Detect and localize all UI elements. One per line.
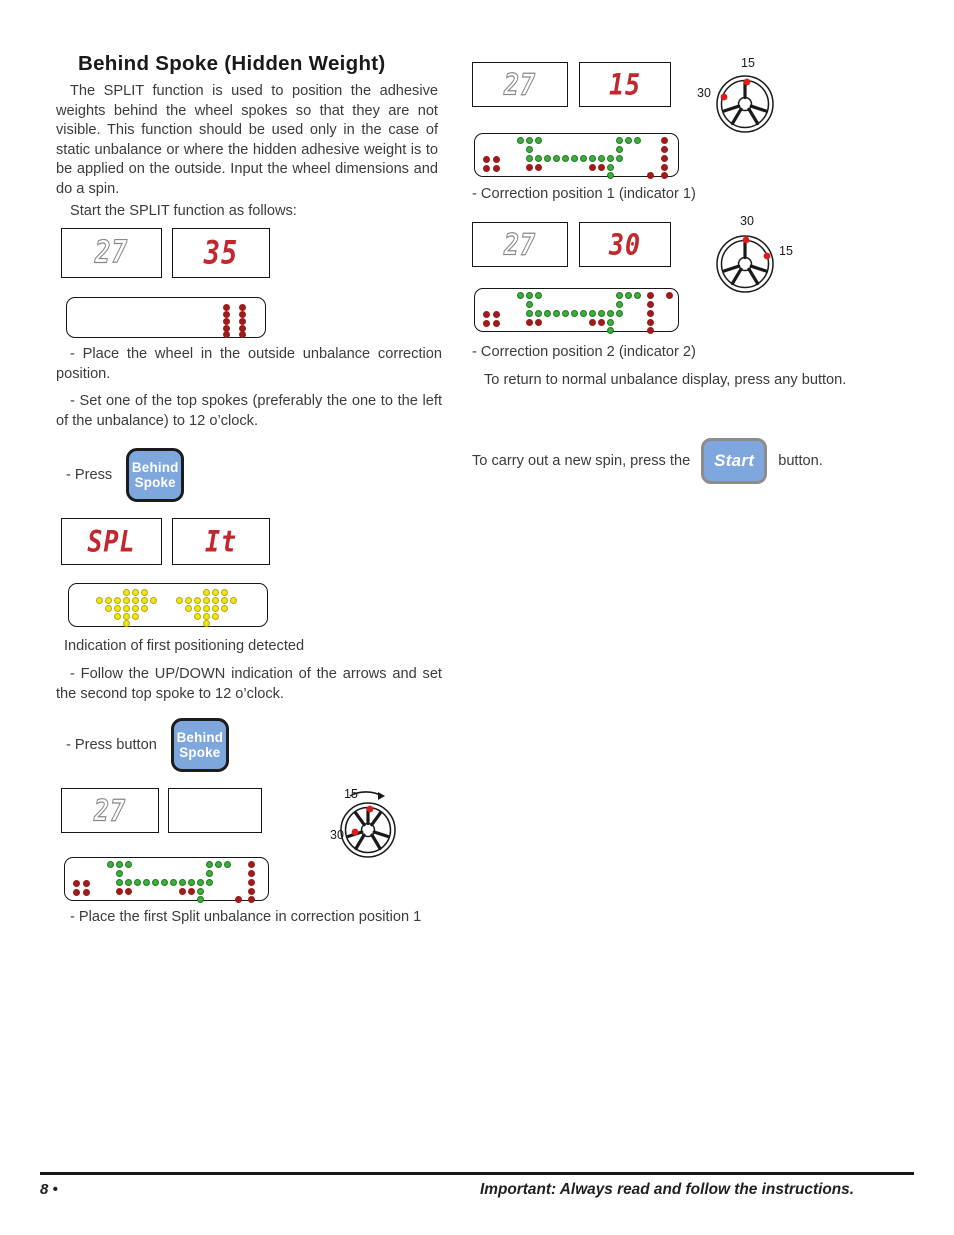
led-dot — [239, 303, 246, 311]
led-dot — [239, 310, 246, 318]
press-button-row: - Press button Behind Spoke — [66, 718, 229, 772]
footer-rule — [40, 1172, 914, 1175]
wheel-label-left: 30 — [697, 86, 711, 100]
step-follow-arrows: - Follow the UP/DOWN indication of the a… — [56, 666, 442, 702]
led-panel-4 — [474, 133, 679, 179]
display-right-1: 35 — [172, 228, 270, 278]
page-number: 8 • — [40, 1181, 58, 1198]
behind-spoke-button[interactable]: Behind Spoke — [126, 448, 185, 502]
wheel-svg — [340, 791, 396, 858]
wheel-diagram-3: 30 15 — [688, 214, 798, 300]
led-dot — [223, 317, 230, 325]
wheel-label-15: 15 — [344, 787, 358, 801]
segment-value: 15 — [608, 67, 642, 102]
intro-paragraph: The SPLIT function is used to position t… — [56, 83, 438, 197]
press-button-label: - Press button — [66, 737, 157, 753]
new-spin-suffix: button. — [778, 453, 823, 469]
display-left-5: 27 — [472, 222, 568, 267]
display-right-2: It — [172, 518, 270, 565]
manual-page: Behind Spoke (Hidden Weight) The SPLIT f… — [0, 0, 954, 1235]
first-positioning-caption: Indication of first positioning detected — [64, 638, 305, 654]
segment-value: 30 — [608, 227, 642, 262]
segment-value: 35 — [203, 234, 239, 272]
caption-correction-2: - Correction position 2 (indicator 2) — [472, 344, 696, 360]
page-title: Behind Spoke (Hidden Weight) — [78, 52, 386, 75]
display-pair-2: SPL It — [61, 518, 270, 565]
return-text: To return to normal unbalance display, p… — [484, 372, 847, 388]
new-spin-row: To carry out a new spin, press the Start… — [472, 438, 823, 484]
led-panel-2-arrows — [68, 583, 268, 627]
footer-notice: Important: Always read and follow the in… — [480, 1181, 854, 1198]
behind-spoke-button-line1: Behind — [176, 730, 224, 745]
start-button[interactable]: Start — [701, 438, 768, 484]
wheel-label-30: 30 — [330, 828, 344, 842]
behind-spoke-button-line2: Spoke — [134, 475, 176, 490]
led-dot — [239, 331, 246, 338]
display-pair-1: 27 35 — [61, 228, 270, 278]
page-footer: 8 • Important: Always read and follow th… — [40, 1172, 914, 1199]
display-pair-5: 27 30 — [472, 222, 671, 267]
display-right-4: 15 — [579, 62, 671, 107]
press-behind-spoke-row: - Press Behind Spoke — [66, 448, 185, 502]
start-button-label: Start — [714, 451, 755, 470]
segment-value: It — [204, 524, 238, 559]
wheel-marker-red — [763, 252, 771, 260]
wheel-marker-red — [366, 805, 374, 813]
rotation-arrow-icon — [378, 792, 385, 800]
display-left-4: 27 — [472, 62, 568, 107]
segment-value: 27 — [503, 67, 537, 102]
display-pair-4: 27 15 — [472, 62, 671, 107]
behind-spoke-button-2[interactable]: Behind Spoke — [170, 718, 229, 772]
display-pair-3: 27 — [61, 788, 262, 833]
wheel-diagram-2: 15 30 — [688, 56, 788, 140]
led-dot — [223, 303, 230, 311]
wheel-label-right: 15 — [779, 244, 793, 258]
wheel-label-top: 15 — [741, 56, 755, 70]
display-left-3: 27 — [61, 788, 159, 833]
wheel-label-top: 30 — [740, 214, 754, 228]
wheel-marker-red — [742, 236, 750, 244]
display-right-3 — [168, 788, 262, 833]
display-right-5: 30 — [579, 222, 671, 267]
display-left-1: 27 — [61, 228, 162, 278]
led-panel-3 — [64, 857, 269, 903]
step-place-split: - Place the first Split unbalance in cor… — [70, 909, 422, 925]
wheel-marker-red — [743, 78, 751, 86]
press-label: - Press — [66, 467, 113, 483]
led-panel-5 — [474, 288, 679, 334]
wheel-marker-red — [720, 93, 728, 101]
caption-correction-1: - Correction position 1 (indicator 1) — [472, 186, 696, 202]
start-instruction: Start the SPLIT function as follows: — [70, 203, 297, 219]
wheel-marker-red — [351, 828, 359, 836]
behind-spoke-button-line2: Spoke — [179, 745, 221, 760]
new-spin-prefix: To carry out a new spin, press the — [472, 453, 691, 469]
segment-value: SPL — [87, 524, 136, 559]
step-place-wheel: - Place the wheel in the outside unbalan… — [56, 346, 442, 382]
segment-value: 27 — [93, 793, 127, 828]
led-panel-1 — [66, 297, 266, 338]
segment-value: 27 — [94, 235, 129, 271]
segment-value: 27 — [503, 227, 537, 262]
step-set-spoke: - Set one of the top spokes (preferably … — [56, 393, 442, 429]
led-dot — [223, 310, 230, 318]
behind-spoke-button-line1: Behind — [131, 460, 179, 475]
led-dot — [239, 317, 246, 325]
led-dot — [223, 331, 230, 338]
wheel-diagram-1: 15 30 — [286, 782, 396, 868]
display-left-2: SPL — [61, 518, 162, 565]
